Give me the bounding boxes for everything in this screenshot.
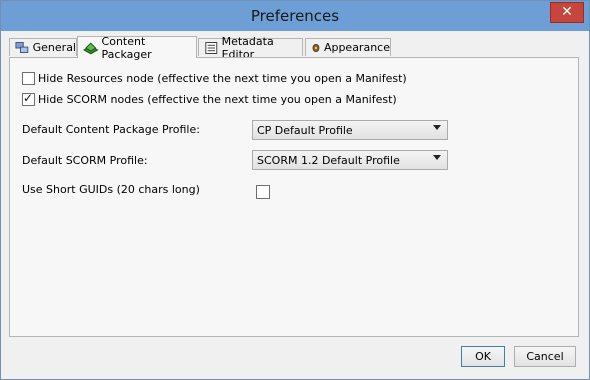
metadata-editor-icon	[205, 41, 218, 54]
default-scorm-profile-select[interactable]: SCORM 1.2 Default Profile	[252, 150, 448, 170]
hide-resources-checkbox[interactable]	[22, 72, 35, 85]
ok-button[interactable]: OK	[461, 346, 505, 367]
content-packager-icon	[83, 41, 99, 54]
hide-resources-label: Hide Resources node (effective the next …	[38, 72, 407, 85]
tab-metadata-editor[interactable]: Metadata Editor	[198, 35, 303, 61]
preferences-window: Preferences ✕ General Content Packager M…	[0, 0, 590, 380]
default-scorm-profile-label: Default SCORM Profile:	[22, 154, 148, 167]
cancel-button[interactable]: Cancel	[514, 346, 576, 367]
title-bar: Preferences ✕	[1, 1, 589, 31]
short-guids-checkbox[interactable]	[256, 185, 270, 199]
general-icon	[15, 41, 29, 53]
default-scorm-profile-value: SCORM 1.2 Default Profile	[257, 153, 400, 167]
close-icon: ✕	[561, 4, 573, 20]
close-button[interactable]: ✕	[550, 2, 584, 23]
checkmark-icon: ✓	[23, 91, 34, 105]
appearance-icon	[312, 43, 320, 52]
content-packager-panel: Hide Resources node (effective the next …	[9, 57, 579, 337]
hide-scorm-label: Hide SCORM nodes (effective the next tim…	[38, 93, 397, 106]
tab-general[interactable]: General	[9, 38, 77, 56]
tab-content-packager[interactable]: Content Packager	[77, 34, 197, 61]
chevron-down-icon	[433, 155, 441, 160]
hide-resources-row: Hide Resources node (effective the next …	[22, 72, 407, 85]
window-title: Preferences	[250, 7, 340, 25]
short-guids-label: Use Short GUIDs (20 chars long)	[22, 183, 200, 196]
tab-label: Content Packager	[101, 34, 152, 61]
tab-label: Appearance	[323, 41, 390, 54]
hide-scorm-checkbox[interactable]: ✓	[22, 91, 35, 106]
tab-label: General	[32, 41, 76, 54]
chevron-down-icon	[433, 125, 441, 130]
default-cp-profile-select[interactable]: CP Default Profile	[252, 120, 448, 140]
hide-scorm-row: ✓ Hide SCORM nodes (effective the next t…	[22, 91, 397, 106]
default-cp-profile-value: CP Default Profile	[257, 123, 353, 137]
tab-appearance[interactable]: Appearance	[305, 38, 391, 56]
default-cp-profile-label: Default Content Package Profile:	[22, 123, 200, 136]
